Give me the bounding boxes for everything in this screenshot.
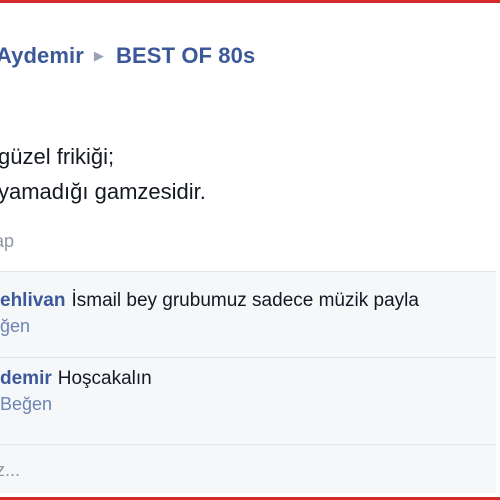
post-body: güzel frikiği; yamadığı gamzesidir. [0,139,206,209]
comment-divider [0,357,496,358]
post-action-link[interactable]: ap [0,231,14,252]
post-text-line: güzel frikiği; [0,144,115,169]
comment-text: Hoşcakalın [57,368,152,389]
comment-author-link[interactable]: ehlivan [0,290,65,311]
comments-section: ehlivan İsmail bey grubumuz sadece müzik … [0,271,496,493]
like-button[interactable]: Beğen [0,394,152,415]
write-comment-input[interactable]: z... [0,460,20,481]
post-header: Aydemir ▶ BEST OF 80s [0,43,255,69]
post-frame: Aydemir▶BEST OF 80s l güzel frikiği; yam… [0,0,500,500]
post-author-link[interactable]: Aydemir [0,43,84,68]
arrow-right-icon: ▶ [93,48,105,63]
like-button[interactable]: ğen [0,316,419,337]
comment-text: İsmail bey grubumuz sadece müzik payla [71,290,419,311]
comment-divider [0,444,496,445]
comment-item: ehlivan İsmail bey grubumuz sadece müzik … [0,290,419,337]
group-name-link[interactable]: BEST OF 80s [116,43,255,68]
comment-author-link[interactable]: demir [0,368,52,389]
comment-item: demir Hoşcakalın Beğen [0,368,152,415]
post-text-line: yamadığı gamzesidir. [0,179,206,204]
